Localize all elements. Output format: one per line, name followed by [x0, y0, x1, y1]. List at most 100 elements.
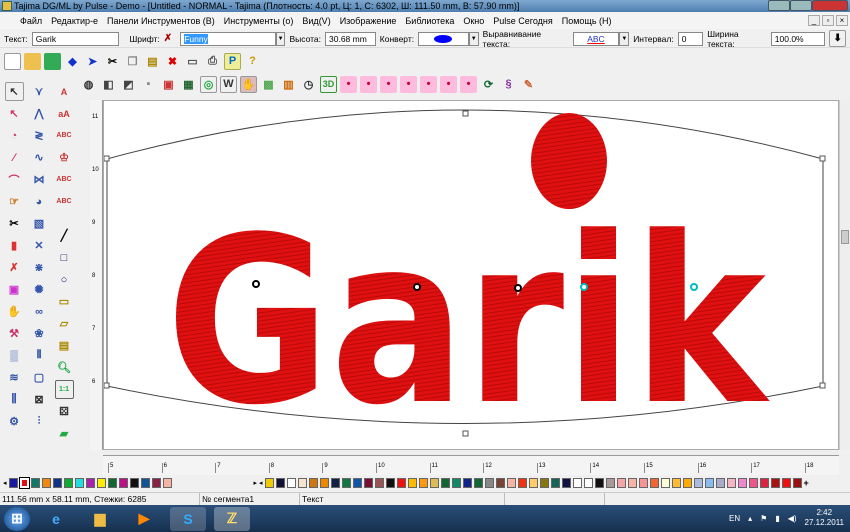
- cross-fill-icon[interactable]: ⋇: [30, 258, 49, 277]
- color-swatch[interactable]: [107, 478, 117, 488]
- menu-library[interactable]: Библиотека: [405, 16, 454, 26]
- color-swatch[interactable]: [140, 478, 150, 488]
- color-swatch[interactable]: [759, 478, 769, 488]
- close-button[interactable]: [812, 0, 848, 11]
- artwork-icon[interactable]: ▤: [55, 336, 74, 355]
- color-swatch[interactable]: [162, 478, 172, 488]
- font-dropdown-arrow[interactable]: ▼: [275, 31, 286, 46]
- color-swatch[interactable]: [473, 478, 483, 488]
- color-swatch[interactable]: [74, 478, 84, 488]
- color-swatch[interactable]: [8, 478, 18, 488]
- tray-expand-icon[interactable]: ▴: [748, 514, 752, 523]
- new-file-button[interactable]: [4, 52, 21, 70]
- import-icon[interactable]: ▱: [55, 314, 74, 333]
- stitch-view-icon[interactable]: W: [220, 75, 237, 93]
- align-dropdown-arrow[interactable]: ▼: [619, 31, 630, 46]
- color-swatch[interactable]: [308, 478, 318, 488]
- font-select[interactable]: Funny: [180, 31, 276, 46]
- cross-stitch-icon[interactable]: ✕: [30, 236, 49, 255]
- height-input[interactable]: 30.68 mm: [325, 31, 376, 46]
- media-player-taskbar-icon[interactable]: ▶: [126, 507, 162, 531]
- width-input[interactable]: 100.0%: [770, 31, 826, 46]
- skype-taskbar-icon[interactable]: S: [170, 506, 206, 531]
- monogram-icon[interactable]: ♔: [55, 148, 74, 167]
- stitch-tool-4-icon[interactable]: •: [400, 75, 417, 93]
- color-swatch[interactable]: [638, 478, 648, 488]
- color-swatch[interactable]: [539, 478, 549, 488]
- color-swatch[interactable]: [129, 478, 139, 488]
- image-icon[interactable]: ▣: [160, 76, 177, 93]
- color-swatch[interactable]: [572, 478, 582, 488]
- action-center-icon[interactable]: ⚑: [760, 514, 767, 523]
- color-swatch[interactable]: [429, 478, 439, 488]
- color-swatch[interactable]: [726, 478, 736, 488]
- color-swatch[interactable]: [594, 478, 604, 488]
- stitch-tool-6-icon[interactable]: •: [440, 75, 457, 93]
- rectangle-icon[interactable]: □: [55, 248, 74, 267]
- knife-icon[interactable]: ∕: [5, 148, 24, 167]
- hand-tool-icon[interactable]: ✋: [5, 302, 24, 321]
- color-swatch[interactable]: [118, 478, 128, 488]
- text-input[interactable]: Garik: [31, 31, 120, 46]
- grid-ball-icon[interactable]: ◍: [80, 76, 97, 93]
- menu-file[interactable]: Файл: [20, 16, 42, 26]
- remove-icon[interactable]: ✗: [5, 258, 24, 277]
- color-swatch[interactable]: [18, 477, 30, 489]
- color-swatch[interactable]: [704, 478, 714, 488]
- network-icon[interactable]: ▮: [775, 514, 779, 523]
- node-edit-icon[interactable]: ↖: [5, 104, 24, 123]
- grid-icon[interactable]: ▦: [180, 76, 197, 93]
- color-swatch[interactable]: [418, 478, 428, 488]
- save-button[interactable]: [44, 52, 61, 70]
- ie-taskbar-icon[interactable]: e: [38, 507, 74, 531]
- align-select[interactable]: ABC: [572, 31, 620, 46]
- color-swatch[interactable]: [737, 478, 747, 488]
- palette2-left-scroll-button[interactable]: ◂: [259, 479, 263, 487]
- color-swatch[interactable]: [151, 478, 161, 488]
- clock-date[interactable]: 27.12.2011: [805, 518, 844, 527]
- color-swatch[interactable]: [671, 478, 681, 488]
- palette-add-button[interactable]: +: [804, 478, 809, 488]
- copy-button[interactable]: ❐: [124, 53, 141, 70]
- color-swatch[interactable]: [30, 478, 40, 488]
- ungroup-icon[interactable]: ▪: [140, 76, 157, 93]
- menu-help[interactable]: Помощь (H): [562, 16, 612, 26]
- reshape-icon[interactable]: ◔: [5, 126, 24, 145]
- select-arrow-icon[interactable]: ↖: [4, 82, 24, 101]
- scissors-icon[interactable]: ✂: [5, 214, 24, 233]
- color-swatch[interactable]: [748, 478, 758, 488]
- menu-pulse-today[interactable]: Pulse Сегодня: [493, 16, 553, 26]
- wave-icon[interactable]: §: [500, 76, 517, 93]
- text-a-icon[interactable]: A: [55, 82, 74, 101]
- mdi-restore-button[interactable]: ▫: [822, 15, 834, 26]
- color-swatch[interactable]: [627, 478, 637, 488]
- back-arrow-button[interactable]: ◆: [64, 53, 81, 70]
- envelope-top-curve[interactable]: [106, 109, 824, 160]
- explorer-taskbar-icon[interactable]: ▆: [82, 507, 118, 531]
- text-abc-red-icon[interactable]: ABC: [55, 170, 74, 189]
- column-icon[interactable]: ⋎: [30, 82, 49, 101]
- color-swatch[interactable]: [297, 478, 307, 488]
- text-arc-icon[interactable]: aA: [55, 104, 74, 123]
- color-swatch[interactable]: [374, 478, 384, 488]
- color-swatch[interactable]: [63, 478, 73, 488]
- chain-icon[interactable]: ∞: [30, 302, 49, 321]
- mdi-close-button[interactable]: ×: [836, 15, 848, 26]
- hand-icon[interactable]: ✋: [240, 75, 257, 93]
- clock-time[interactable]: 2:42: [816, 508, 832, 517]
- pulse-button[interactable]: P: [224, 52, 241, 70]
- envelope-dropdown-arrow[interactable]: ▼: [468, 31, 479, 46]
- color-swatch[interactable]: [495, 478, 505, 488]
- applique-icon[interactable]: ❀: [30, 324, 49, 343]
- menu-tools[interactable]: Инструменты (о): [224, 16, 294, 26]
- menu-image[interactable]: Изображение: [340, 16, 397, 26]
- paste-button[interactable]: ▤: [144, 53, 161, 70]
- menu-edit[interactable]: Редактир-е: [51, 16, 98, 26]
- gear-icon[interactable]: ⚙: [5, 412, 24, 431]
- minimize-button[interactable]: [768, 0, 790, 11]
- brush-icon[interactable]: ⌒: [5, 170, 24, 189]
- forward-arrow-button[interactable]: ➤: [84, 53, 101, 70]
- stitch-wave-icon[interactable]: ≋: [5, 368, 24, 387]
- group-icon[interactable]: ◩: [120, 76, 137, 93]
- print-preview-button[interactable]: ▭: [184, 53, 201, 70]
